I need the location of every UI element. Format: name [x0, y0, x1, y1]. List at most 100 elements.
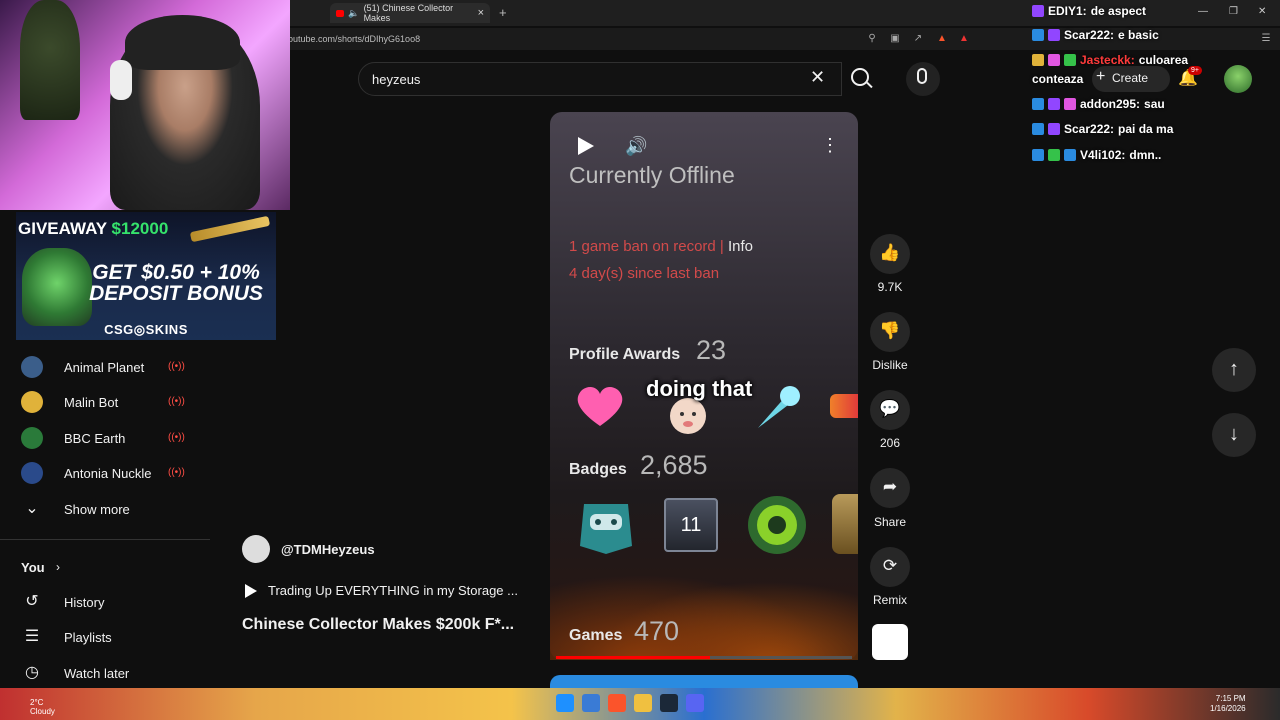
close-window-icon[interactable]: ✕ — [1258, 6, 1266, 17]
related-video-link[interactable]: Trading Up EVERYTHING in my Storage ... — [268, 583, 518, 598]
thumbs-down-icon: 👎 — [879, 321, 901, 340]
awards-label: Profile Awards — [569, 346, 681, 363]
channel-avatar — [21, 427, 43, 449]
robot-badge-icon — [576, 494, 632, 554]
chat-badge-icon — [1032, 5, 1044, 17]
comment-icon: 💬 — [879, 399, 901, 418]
thumbs-up-icon: 👍 — [879, 243, 901, 262]
video-progress-fill — [556, 656, 710, 659]
chat-badge-icon — [1048, 29, 1060, 41]
live-icon: ((•)) — [168, 432, 185, 443]
browser-menu-icon[interactable]: ☰ — [1260, 33, 1272, 45]
playlist-play-icon[interactable] — [245, 584, 257, 598]
chat-message: Scar222: pai da ma — [1032, 122, 1173, 136]
weather-widget[interactable]: 2°C Cloudy — [30, 698, 55, 716]
award-partial-icon — [830, 394, 858, 418]
sidebar-item-history[interactable]: ↺ History — [0, 585, 240, 619]
chat-badge-icon — [1032, 123, 1044, 135]
live-icon: ((•)) — [168, 361, 185, 372]
chevron-right-icon[interactable]: › — [56, 560, 60, 574]
playlists-icon: ☰ — [24, 628, 40, 645]
badge-partial-icon — [832, 494, 858, 554]
chat-message: Jasteckk: culoarea — [1032, 53, 1188, 67]
folder-icon[interactable] — [634, 694, 652, 712]
sidebar-channel-bbc-earth[interactable]: BBC Earth ((•)) — [0, 421, 240, 455]
fire-background — [550, 560, 858, 660]
files-icon[interactable] — [582, 694, 600, 712]
profile-status: Currently Offline — [569, 162, 735, 188]
search-query[interactable]: heyzeus — [372, 72, 420, 87]
chat-badge-icon — [1048, 123, 1060, 135]
channel-avatar — [21, 462, 43, 484]
remix-icon: ⟳ — [882, 556, 898, 575]
zoom-icon[interactable]: ⚲ — [866, 33, 878, 45]
play-icon[interactable] — [578, 137, 594, 155]
chat-message: addon295: sau — [1032, 97, 1165, 111]
dislike-label: Dislike — [872, 358, 908, 372]
sidebar-channel-animal-planet[interactable]: Animal Planet ((•)) — [0, 350, 240, 384]
close-tab-icon[interactable]: × — [478, 7, 484, 19]
awards-count: 23 — [696, 335, 727, 365]
chat-badge-icon — [1064, 54, 1076, 66]
share-page-icon[interactable]: ↗ — [912, 33, 924, 45]
like-count: 9.7K — [877, 280, 903, 294]
arrow-down-icon: ↓ — [1229, 423, 1239, 445]
giveaway-brand: CSG◎SKINS — [104, 322, 188, 337]
start-icon[interactable] — [556, 694, 574, 712]
headset — [110, 60, 132, 100]
sidebar-channel-malin-bot[interactable]: Malin Bot ((•)) — [0, 385, 240, 419]
chat-badge-icon — [1032, 98, 1044, 110]
rewards-icon[interactable]: ▲ — [958, 33, 970, 45]
clock-icon: ◷ — [25, 664, 39, 681]
new-tab-icon[interactable]: + — [499, 5, 507, 20]
chat-message: V4li102: dmn.. — [1032, 148, 1161, 162]
search-icon[interactable] — [851, 68, 869, 86]
sidebar-show-more[interactable]: ⌄ Show more — [0, 492, 240, 526]
games-label: Games — [569, 627, 623, 644]
sidebar-channel-antonia-nuckle[interactable]: Antonia Nuckle ((•)) — [0, 456, 240, 490]
brave-shield-icon[interactable]: ▲ — [936, 33, 948, 45]
brave-icon[interactable] — [608, 694, 626, 712]
search-input[interactable] — [358, 62, 842, 96]
minimize-icon[interactable]: — — [1198, 6, 1208, 17]
channel-thumbnail[interactable] — [872, 624, 908, 660]
discord-icon[interactable] — [686, 694, 704, 712]
badges-count: 2,685 — [640, 450, 708, 480]
cast-icon[interactable]: ▣ — [889, 33, 901, 45]
live-icon: ((•)) — [168, 467, 185, 478]
channel-handle[interactable]: @TDMHeyzeus — [281, 542, 375, 557]
sidebar-item-playlists[interactable]: ☰ Playlists — [0, 620, 240, 654]
webcam-overlay — [0, 0, 290, 210]
avatar[interactable] — [1224, 65, 1252, 93]
chat-badge-icon — [1048, 54, 1060, 66]
volume-icon[interactable]: 🔊 — [625, 136, 647, 157]
speaker-icon[interactable]: 🔈 — [348, 8, 359, 19]
more-options-icon[interactable]: ⋮ — [821, 135, 839, 156]
steam-icon[interactable] — [660, 694, 678, 712]
arrow-up-icon: ↑ — [1229, 358, 1239, 380]
channel-avatar — [21, 356, 43, 378]
clear-search-icon[interactable]: ✕ — [810, 67, 825, 88]
browser-tab[interactable]: 🔈 (51) Chinese Collector Makes × — [330, 3, 490, 23]
channel-avatar[interactable] — [242, 535, 270, 563]
restore-icon[interactable]: ❐ — [1229, 6, 1238, 17]
create-label: Create — [1112, 71, 1149, 85]
chat-badge-icon — [1064, 98, 1076, 110]
url-text[interactable]: outube.com/shorts/dDIhyG61oo8 — [288, 34, 420, 44]
badges-label: Badges — [569, 461, 627, 478]
chevron-down-icon: ⌄ — [25, 500, 39, 517]
level-badge: 11 — [664, 498, 718, 552]
share-label: Share — [873, 515, 907, 529]
short-title[interactable]: Chinese Collector Makes $200k F*... — [242, 616, 514, 634]
channel-avatar — [21, 391, 43, 413]
taskbar-clock[interactable]: 7:15 PM 1/16/2026 — [1210, 694, 1246, 714]
sidebar-you-heading[interactable]: You — [21, 560, 45, 575]
youtube-favicon-icon — [336, 9, 345, 17]
chat-badge-icon — [1032, 149, 1044, 161]
share-icon: ➦ — [882, 477, 898, 496]
sidebar-item-watch-later[interactable]: ◷ Watch later — [0, 656, 240, 690]
tab-title: (51) Chinese Collector Makes — [363, 3, 454, 23]
plus-icon: + — [1096, 68, 1106, 85]
chat-message-continued: conteaza — [1032, 72, 1084, 86]
taskbar-apps — [556, 694, 704, 712]
